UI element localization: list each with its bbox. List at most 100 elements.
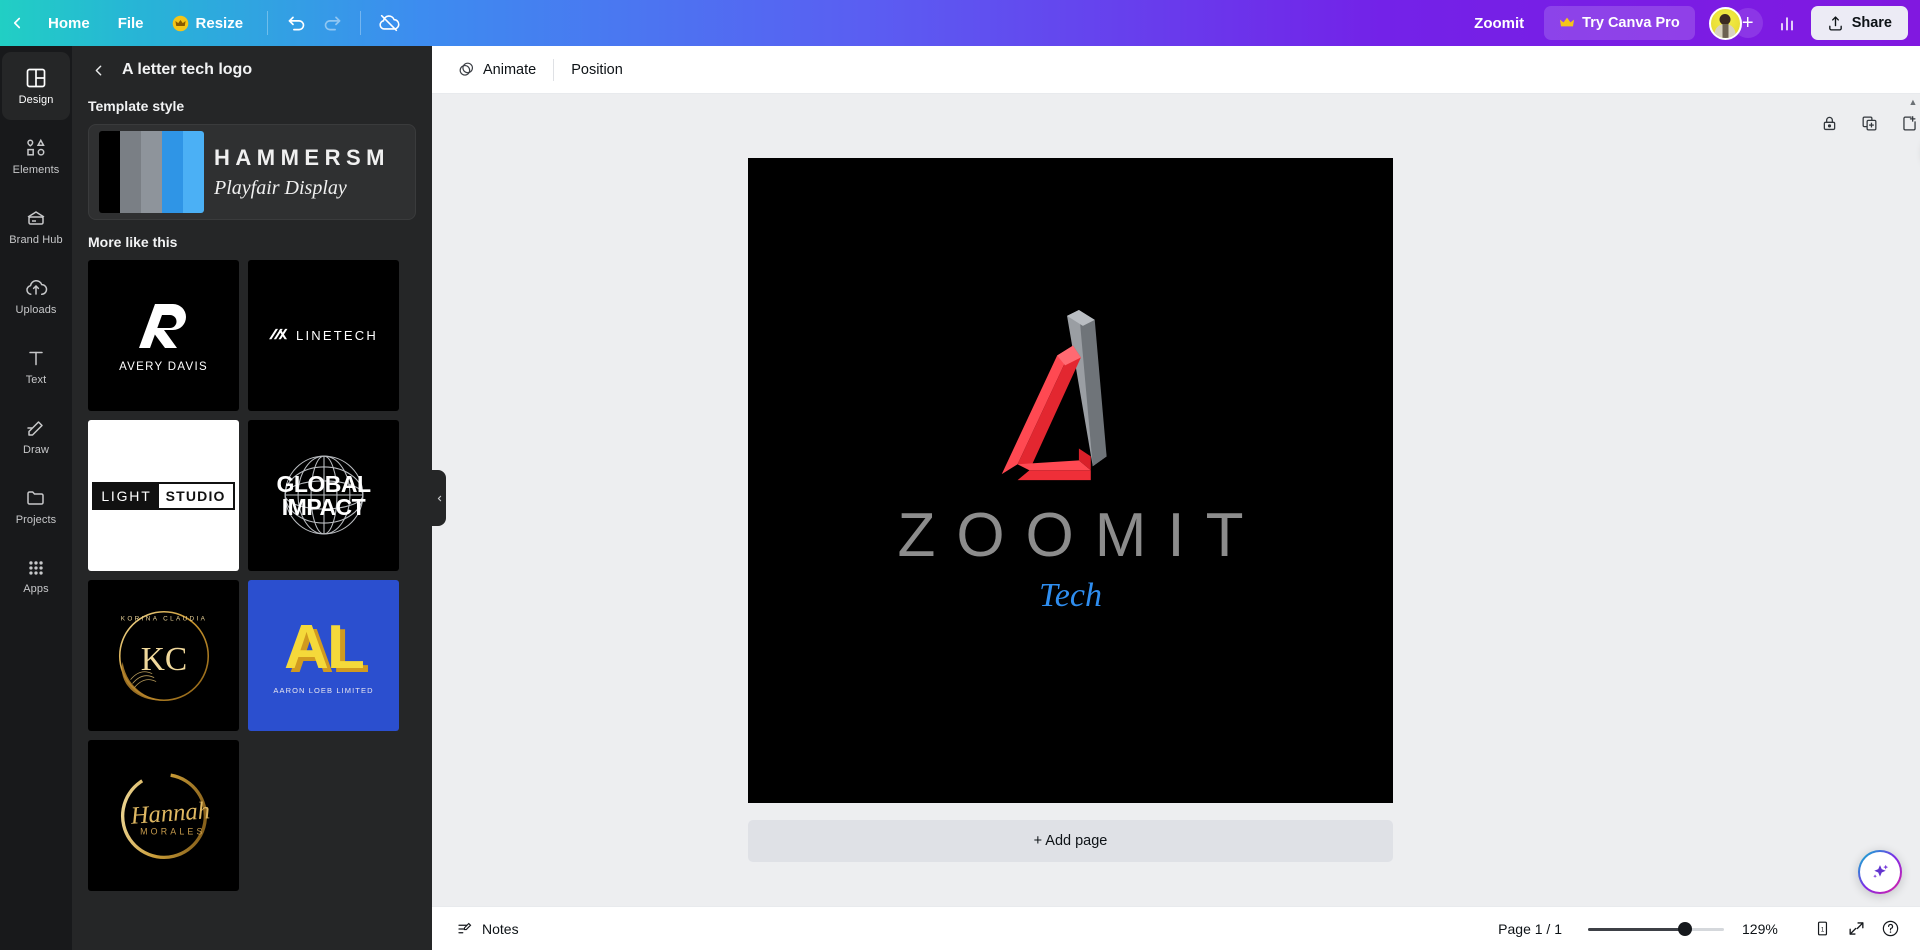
panel-title: A letter tech logo <box>122 61 253 78</box>
zoom-slider-knob[interactable] <box>1678 921 1692 936</box>
zoom-percentage: 129% <box>1742 920 1778 937</box>
redo-button[interactable] <box>314 5 350 41</box>
back-button[interactable] <box>0 0 34 46</box>
home-menu-item[interactable]: Home <box>35 7 103 39</box>
aaron-loeb-mark: AL <box>284 612 365 682</box>
undo-icon <box>288 16 304 30</box>
page-fit-button[interactable]: 1 <box>1806 913 1838 945</box>
help-circle-icon <box>1882 920 1898 937</box>
chevron-left-icon <box>13 17 21 29</box>
shapes-icon <box>27 138 45 156</box>
notes-label: Notes <box>482 920 519 937</box>
grid-dots-icon <box>29 561 43 575</box>
document-title[interactable]: Zoomit <box>1462 7 1536 39</box>
swatch-3 <box>162 131 183 213</box>
linetech-lockup: LINETECH <box>269 327 378 344</box>
sidebar-item-projects[interactable]: Projects <box>2 472 70 540</box>
template-thumb-avery-davis[interactable]: AVERY DAVIS <box>88 260 239 411</box>
animate-circle-icon <box>459 62 474 76</box>
sidebar-item-elements[interactable]: Elements <box>2 122 70 190</box>
template-style-card[interactable]: HAMMERSM Playfair Display <box>88 124 416 220</box>
insights-button[interactable] <box>1769 5 1805 41</box>
light-studio-part-a: LIGHT <box>94 483 159 508</box>
magic-studio-button[interactable] <box>1858 850 1902 894</box>
sidebar-label-design: Design <box>18 94 54 106</box>
duplicate-page-button[interactable] <box>1854 108 1884 138</box>
upload-cloud-icon <box>26 280 48 295</box>
lock-icon <box>1823 116 1835 130</box>
template-thumb-hannah-morales[interactable]: Hannah MORALES Hannah MORALES <box>88 740 239 891</box>
logo-artwork: ZOOMIT Tech <box>748 310 1393 615</box>
file-menu-item[interactable]: File <box>105 7 157 39</box>
svg-text:MORALES: MORALES <box>140 826 205 836</box>
sidebar-label-draw: Draw <box>22 444 50 456</box>
template-thumb-label: GLOBAL IMPACT <box>276 470 371 520</box>
cloud-sync-icon <box>379 14 400 32</box>
position-button[interactable]: Position <box>560 53 634 87</box>
zoom-slider-fill <box>1588 927 1684 931</box>
template-thumb-kc-monogram[interactable]: KC KORINA CLAUDIA KORINA CLAUDIA <box>88 580 239 731</box>
swatch-1 <box>120 131 141 213</box>
swatch-2 <box>141 131 162 213</box>
more-like-this-heading: More like this <box>88 234 178 250</box>
sidebar-item-design[interactable]: Design <box>2 52 70 120</box>
add-page-button[interactable]: + Add page <box>748 820 1393 862</box>
bottom-status-bar: Notes Page 1 / 1 129% 1 <box>432 906 1920 950</box>
chevron-left-icon <box>95 65 101 75</box>
animate-button[interactable]: Animate <box>446 53 547 87</box>
toolbar-divider-2 <box>360 11 362 35</box>
zoom-slider[interactable] <box>1588 919 1724 939</box>
canvas-area: ZOOMIT Tech + Add page ▲ ▼ ◀ ▶ <box>432 94 1920 950</box>
template-thumb-global-impact[interactable]: GLOBALIMPACT GLOBAL IMPACT <box>248 420 399 571</box>
top-toolbar: Home File Resize Zoomit Try Canva Pro + <box>0 0 1920 46</box>
cloud-sync-button[interactable] <box>371 5 407 41</box>
design-page[interactable]: ZOOMIT Tech <box>748 158 1393 803</box>
template-thumb-label: AARON LOEB LIMITED <box>273 685 374 695</box>
style-body-font: Playfair Display <box>214 176 347 199</box>
fullscreen-button[interactable] <box>1840 913 1872 945</box>
bar-chart-icon <box>1780 17 1793 31</box>
swatch-4 <box>183 131 204 213</box>
animate-label: Animate <box>483 61 537 78</box>
account-controls: + <box>1708 6 1763 40</box>
try-pro-label: Try Canva Pro <box>1582 15 1680 31</box>
try-canva-pro-button[interactable]: Try Canva Pro <box>1544 6 1695 40</box>
linetech-mark-icon <box>269 328 288 340</box>
svg-text:Hannah: Hannah <box>128 797 210 830</box>
sidebar-item-brand-hub[interactable]: Brand Hub <box>2 192 70 260</box>
avatar-body <box>1714 23 1736 38</box>
template-thumb-light-studio[interactable]: LIGHT STUDIO LIGHT STUDIO <box>88 420 239 571</box>
undo-button[interactable] <box>278 5 314 41</box>
duplicate-icon <box>1862 116 1876 130</box>
chevron-left-icon <box>437 495 441 501</box>
sidebar-label-uploads: Uploads <box>15 304 57 316</box>
scroll-up-arrow[interactable]: ▲ <box>1909 97 1918 107</box>
canvas-vertical-scrollbar[interactable]: ▲ ▼ <box>1906 94 1920 950</box>
file-label: File <box>117 14 144 32</box>
sidebar-item-draw[interactable]: Draw <box>2 402 70 470</box>
sidebar-item-apps[interactable]: Apps <box>2 542 70 610</box>
sidebar-label-elements: Elements <box>12 164 60 176</box>
page-fit-icon: 1 <box>1817 921 1827 936</box>
avatar[interactable] <box>1708 6 1742 40</box>
resize-menu-item[interactable]: Resize <box>159 7 257 39</box>
template-thumb-linetech[interactable]: LINETECH <box>248 260 399 411</box>
panel-header: A letter tech logo <box>72 46 432 94</box>
help-button[interactable] <box>1874 913 1906 945</box>
share-button[interactable]: Share <box>1810 6 1908 40</box>
upload-icon <box>1828 15 1842 31</box>
panel-collapse-handle[interactable] <box>432 470 446 526</box>
sidebar-item-uploads[interactable]: Uploads <box>2 262 70 330</box>
sidebar-label-text: Text <box>25 374 47 386</box>
crown-icon <box>172 15 188 31</box>
lock-page-button[interactable] <box>1814 108 1844 138</box>
swatch-0 <box>99 131 120 213</box>
sidebar-item-text[interactable]: Text <box>2 332 70 400</box>
crown-icon <box>1560 17 1575 27</box>
notes-button[interactable]: Notes <box>446 913 529 945</box>
page-tools <box>1814 108 1920 138</box>
template-thumb-aaron-loeb[interactable]: AL AARON LOEB LIMITED <box>248 580 399 731</box>
position-label: Position <box>571 61 623 78</box>
panel-back-button[interactable] <box>84 56 112 84</box>
home-label: Home <box>48 14 90 32</box>
